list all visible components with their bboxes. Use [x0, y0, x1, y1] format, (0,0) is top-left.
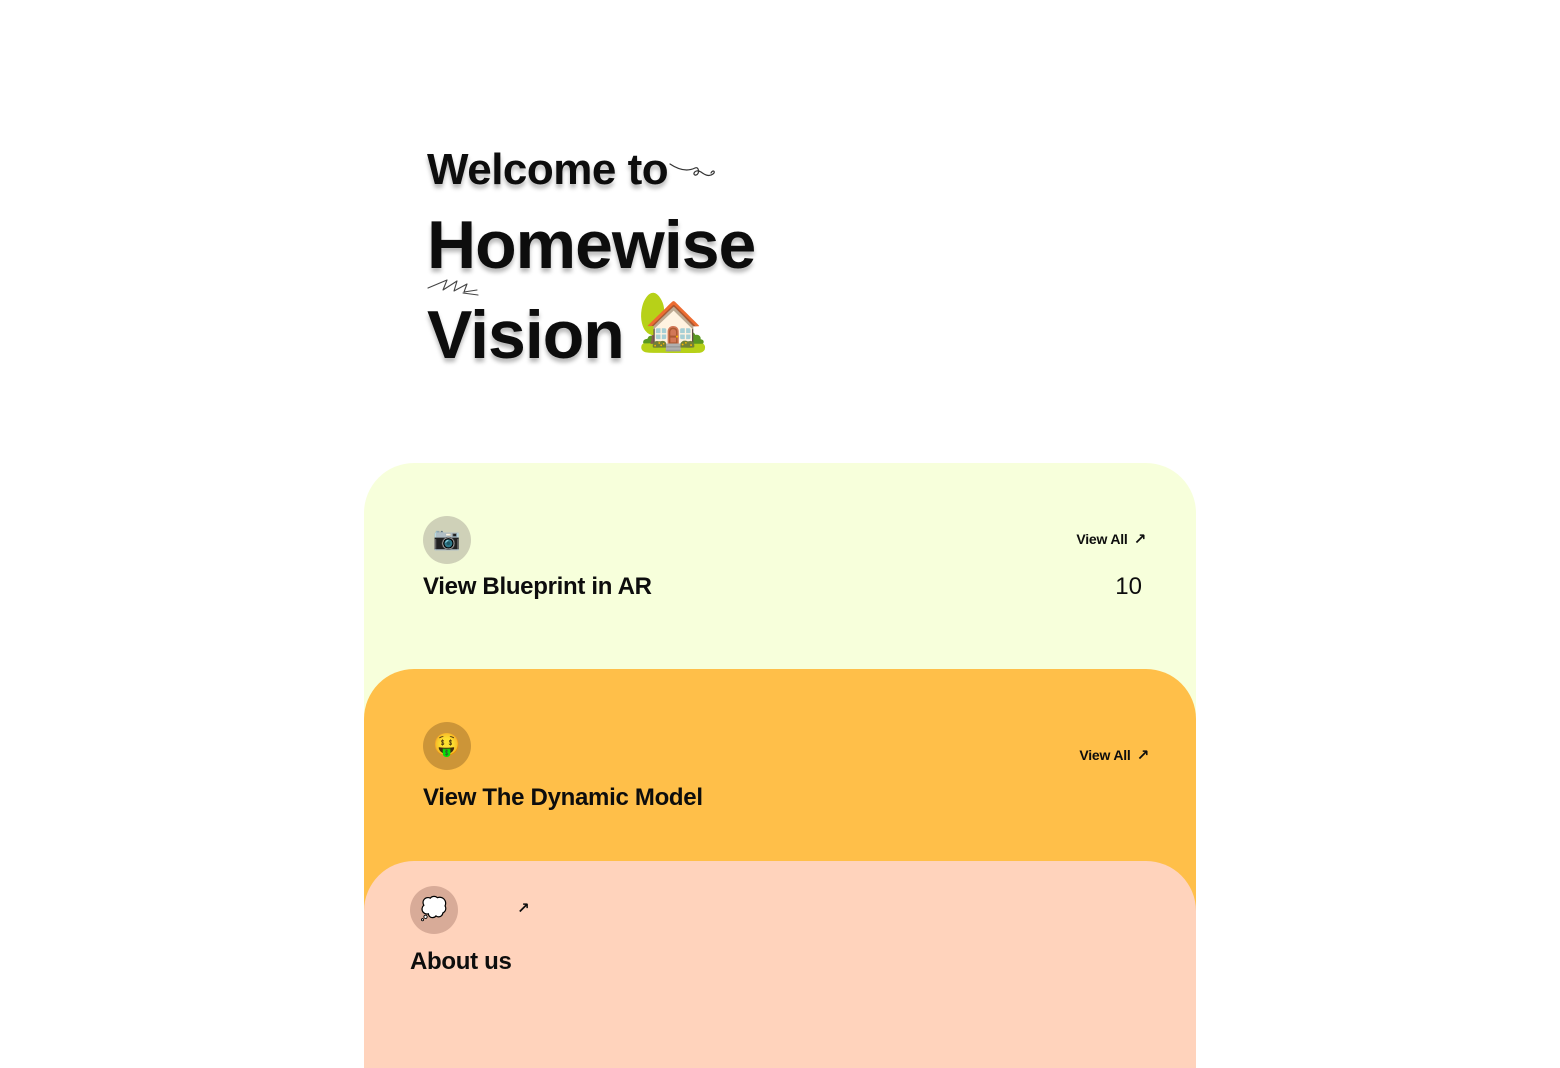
arrow-up-right-icon: ↗ [1133, 530, 1147, 548]
view-all-link[interactable]: View All ↗ [1076, 531, 1146, 547]
squiggle-decoration-icon [669, 163, 715, 177]
arrow-up-right-icon[interactable]: ↗ [517, 901, 530, 916]
card-title[interactable]: About us [410, 948, 512, 976]
camera-icon: 📷 [423, 516, 471, 564]
house-icon: 🏡 [637, 287, 710, 355]
hero-title-line2: Vision [427, 297, 625, 373]
page: Welcome to Homewise Vision 🏡 📷 View Blue… [0, 0, 1560, 1068]
scribble-decoration-icon [427, 279, 479, 296]
hero-title-line1: Homewise [427, 207, 756, 283]
view-all-link[interactable]: View All ↗ [1079, 747, 1149, 763]
view-all-label: View All [1076, 531, 1128, 547]
item-count: 10 [1115, 573, 1142, 600]
thought-bubble-icon: 💭 [410, 886, 458, 934]
welcome-heading: Welcome to [427, 145, 669, 194]
arrow-up-right-icon: ↗ [1136, 746, 1150, 764]
money-face-icon: 🤑 [423, 722, 471, 770]
view-all-label: View All [1079, 747, 1131, 763]
card-title[interactable]: View Blueprint in AR [423, 573, 652, 601]
card-title[interactable]: View The Dynamic Model [423, 784, 703, 812]
card-about-us[interactable]: 💭 ↗ About us [364, 861, 1196, 1068]
